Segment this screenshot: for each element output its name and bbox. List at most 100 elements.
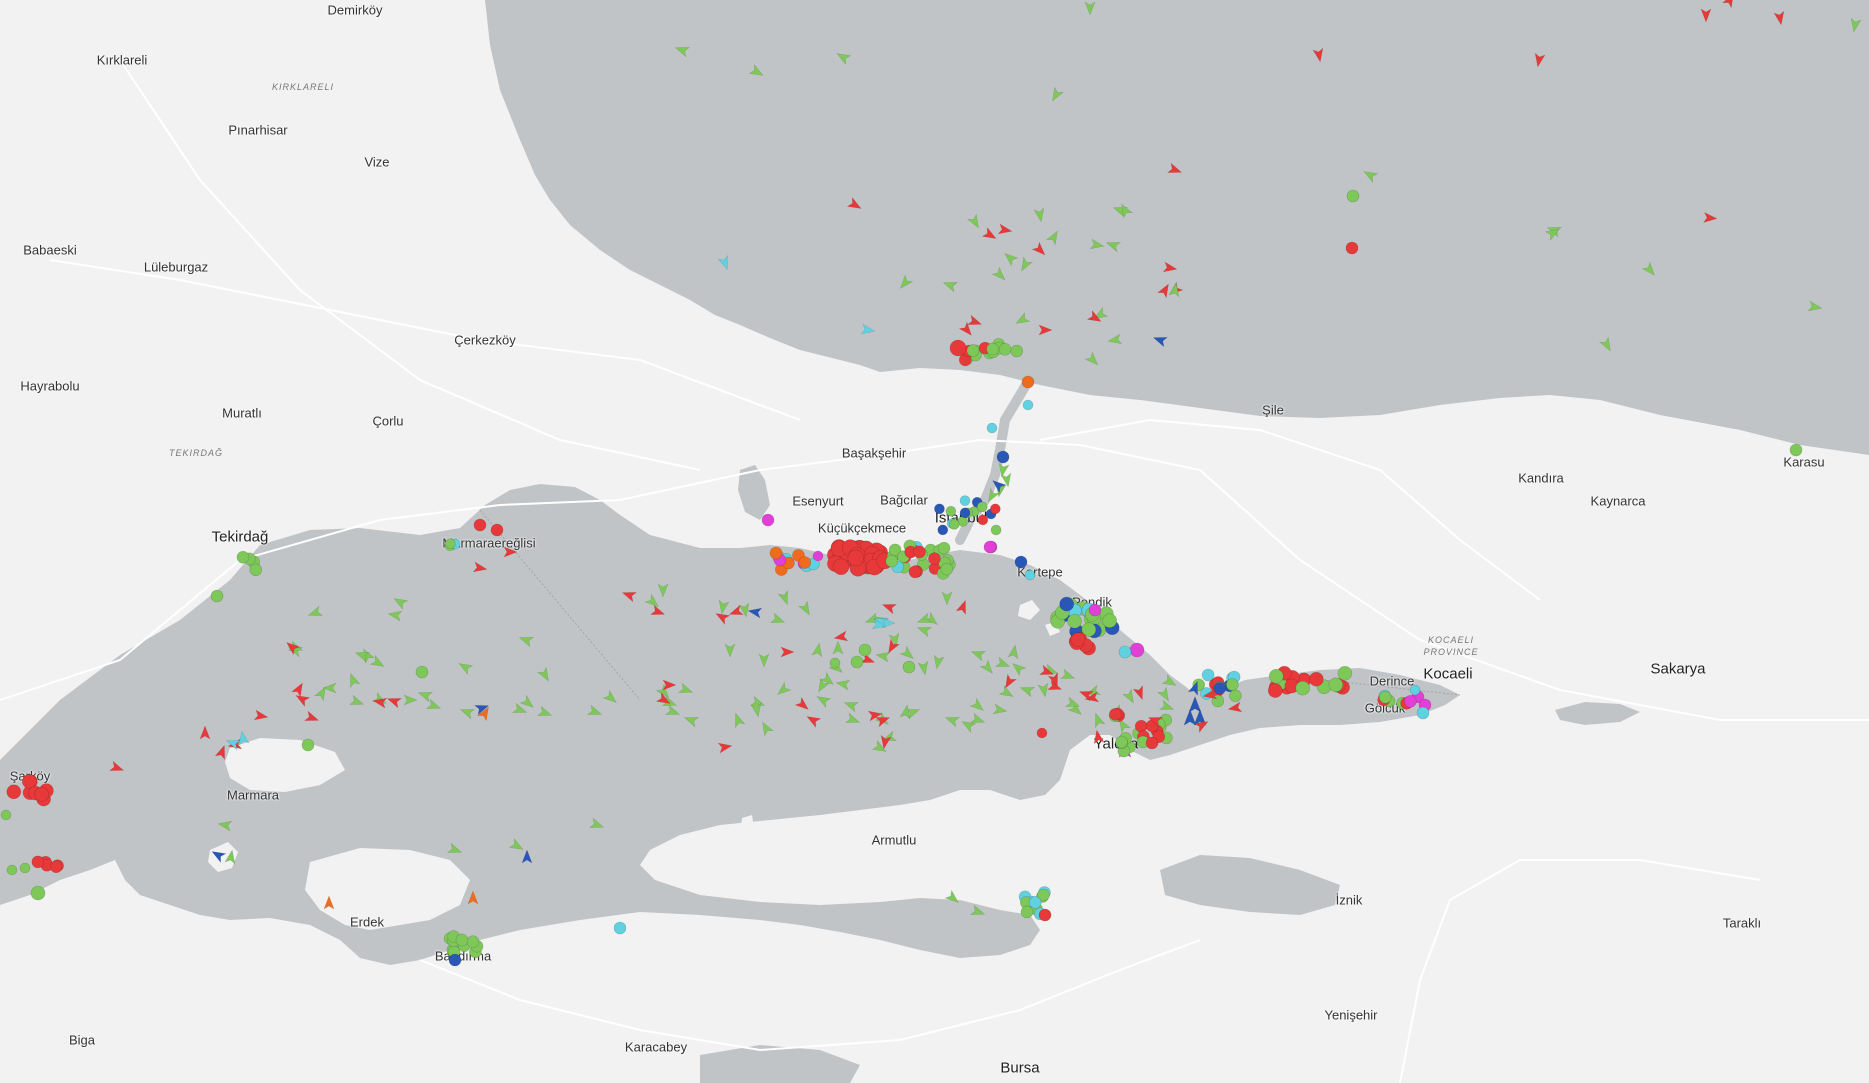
vessel-arrow-289[interactable] (387, 609, 403, 622)
vessel-dot-123[interactable] (847, 549, 865, 567)
vessel-dot-467[interactable] (1028, 896, 1042, 909)
vessel-arrow-336[interactable] (994, 656, 1012, 671)
vessel-dot-68[interactable] (1021, 375, 1035, 389)
vessel-arrow-393[interactable] (293, 691, 311, 708)
vessel-arrow-37[interactable] (1700, 8, 1712, 23)
vessel-dot-276[interactable] (31, 855, 45, 869)
vessel-arrow-325[interactable] (899, 645, 916, 662)
vessel-dot-475[interactable] (1115, 735, 1128, 749)
vessel-dot-91[interactable] (945, 505, 957, 517)
vessel-arrow-315[interactable] (777, 589, 792, 607)
vessel-arrow-316[interactable] (797, 600, 814, 617)
vessel-arrow-45[interactable] (1721, 0, 1738, 9)
vessel-dot-226[interactable] (1328, 677, 1344, 693)
vessel-arrow-28[interactable] (1013, 311, 1031, 328)
vessel-dot-228[interactable] (1337, 665, 1353, 681)
vessel-arrow-350[interactable] (1158, 699, 1176, 714)
vessel-arrow-327[interactable] (917, 660, 930, 676)
vessel-dot-194[interactable] (1088, 603, 1102, 617)
vessel-arrow-426[interactable] (521, 849, 533, 864)
vessel-arrow-321[interactable] (832, 640, 844, 655)
vessel-dot-438[interactable] (850, 655, 864, 669)
vessel-arrow-335[interactable] (979, 659, 996, 676)
vessel-arrow-310[interactable] (677, 682, 695, 697)
vessel-arrow-17[interactable] (991, 266, 1008, 283)
vessel-arrow-311[interactable] (644, 593, 661, 610)
vessel-dot-277[interactable] (30, 885, 46, 901)
vessel-arrow-8[interactable] (1045, 228, 1062, 246)
vessel-dot-71[interactable] (996, 450, 1010, 464)
vessel-dot-64[interactable] (1010, 344, 1024, 358)
vessel-arrow-305[interactable] (586, 704, 604, 719)
vessel-dot-88[interactable] (990, 524, 1002, 536)
vessel-arrow-349[interactable] (1156, 686, 1173, 703)
vessel-arrow-320[interactable] (811, 642, 824, 658)
vessel-arrow-248[interactable] (1183, 708, 1197, 726)
vessel-dot-257[interactable] (490, 523, 504, 537)
vessel-arrow-339[interactable] (1037, 682, 1050, 698)
vessel-arrow-376[interactable] (446, 842, 464, 857)
vessel-dot-280[interactable] (19, 862, 31, 874)
vessel-dot-441[interactable] (1036, 727, 1048, 739)
vessel-dot-210[interactable] (1213, 681, 1227, 695)
vessel-dot-469[interactable] (1020, 905, 1034, 919)
vessel-dot-147[interactable] (885, 554, 899, 568)
vessel-arrow-306[interactable] (602, 689, 619, 706)
vessel-arrow-397[interactable] (649, 604, 667, 619)
vessel-dot-195[interactable] (1129, 642, 1145, 658)
vessel-arrow-367[interactable] (731, 712, 746, 729)
vessel-dot-476[interactable] (1145, 736, 1159, 750)
vessel-dot-221[interactable] (1267, 683, 1283, 698)
vessel-dot-236[interactable] (1404, 695, 1417, 708)
vessel-dot-224[interactable] (1295, 680, 1311, 696)
vessel-arrow-423[interactable] (881, 600, 898, 615)
vessel-dot-235[interactable] (1378, 690, 1392, 704)
vessel-dot-83[interactable] (990, 503, 1001, 515)
vessel-arrow-323[interactable] (875, 650, 891, 663)
vessel-arrow-326[interactable] (916, 623, 933, 638)
vessel-arrow-47[interactable] (966, 314, 984, 329)
vessel-dot-196[interactable] (1118, 645, 1132, 659)
vessel-arrow-389[interactable] (386, 694, 403, 709)
vessel-arrow-422[interactable] (955, 599, 970, 616)
vessel-arrow-308[interactable] (664, 704, 682, 719)
vessel-arrow-301[interactable] (536, 666, 553, 683)
vessel-dot-254[interactable] (236, 550, 250, 564)
vessel-arrow-30[interactable] (1084, 351, 1101, 368)
vessel-arrow-355[interactable] (959, 717, 977, 734)
vessel-dot-255[interactable] (210, 589, 224, 603)
vessel-arrow-420[interactable] (1092, 729, 1105, 745)
vessel-arrow-44[interactable] (1598, 336, 1615, 353)
vessel-dot-470[interactable] (1038, 908, 1052, 922)
vessel-dot-81[interactable] (959, 495, 971, 506)
vessel-arrow-402[interactable] (794, 696, 811, 713)
vessel-traffic-map[interactable]: Demirköy Kırklareli KIRKLARELI Pınarhisar Vi… (0, 0, 1869, 1083)
vessel-arrow-26[interactable] (1107, 333, 1123, 346)
vessel-arrow-13[interactable] (997, 223, 1013, 236)
vessel-arrow-4[interactable] (1048, 86, 1065, 103)
vessel-dot-205[interactable] (1229, 689, 1242, 703)
vessel-arrow-39[interactable] (1849, 17, 1862, 33)
vessel-arrow-10[interactable] (1089, 238, 1105, 251)
vessel-arrow-313[interactable] (717, 599, 730, 615)
vessel-dot-139[interactable] (908, 565, 922, 579)
vessel-arrow-296[interactable] (348, 694, 366, 709)
vessel-arrow-49[interactable] (860, 323, 876, 336)
vessel-arrow-391[interactable] (214, 744, 229, 761)
vessel-arrow-33[interactable] (1312, 47, 1325, 63)
vessel-dot-261[interactable] (445, 538, 456, 550)
vessel-dot-271[interactable] (34, 786, 49, 802)
vessel-arrow-32[interactable] (1166, 162, 1184, 177)
vessel-dot-185[interactable] (1067, 613, 1082, 629)
vessel-dot-479[interactable] (1416, 706, 1430, 720)
vessel-dot-92[interactable] (976, 501, 988, 513)
vessel-arrow-333[interactable] (941, 591, 953, 606)
vessel-dot-144[interactable] (937, 541, 951, 555)
vessel-arrow-361[interactable] (843, 698, 860, 713)
vessel-dot-87[interactable] (948, 519, 960, 530)
vessel-dot-70[interactable] (986, 422, 998, 434)
vessel-arrow-380[interactable] (969, 904, 987, 919)
vessel-arrow-18[interactable] (942, 278, 959, 293)
vessel-dot-439[interactable] (902, 660, 916, 674)
vessel-dot-440[interactable] (829, 657, 841, 669)
